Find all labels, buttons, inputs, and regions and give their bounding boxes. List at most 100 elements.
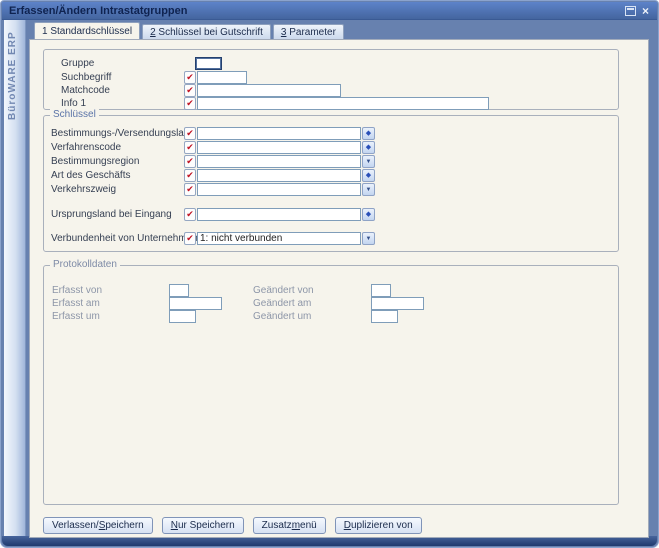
lookup-icon: ◆: [366, 130, 371, 137]
verlassen-speichern-button[interactable]: Verlassen/Speichern: [43, 517, 153, 534]
field-row-art-des-geschaefts: Art des Geschäfts ✔ ◆: [44, 169, 618, 182]
edit-check-button[interactable]: ✔: [184, 97, 196, 110]
lookup-button[interactable]: ◆: [362, 141, 375, 154]
matchcode-label: Matchcode: [61, 85, 110, 96]
art-des-geschaefts-label: Art des Geschäfts: [51, 170, 130, 181]
window-title: Erfassen/Ändern Intrastatgruppen: [2, 5, 187, 17]
erfasst-um-label: Erfasst um: [52, 311, 100, 322]
ursprungsland-input[interactable]: [197, 208, 361, 221]
check-icon: ✔: [186, 234, 194, 243]
title-bar: Erfassen/Ändern Intrastatgruppen ×: [2, 2, 657, 20]
edit-check-button[interactable]: ✔: [184, 183, 196, 196]
check-icon: ✔: [186, 86, 194, 95]
suchbegriff-input[interactable]: [197, 71, 247, 84]
schluessel-caption: Schlüssel: [50, 109, 99, 120]
check-icon: ✔: [186, 157, 194, 166]
edit-check-button[interactable]: ✔: [184, 208, 196, 221]
duplizieren-von-button[interactable]: Duplizieren von: [335, 517, 422, 534]
ursprungsland-label: Ursprungsland bei Eingang: [51, 209, 172, 220]
tab-parameter[interactable]: 3 Parameter: [273, 24, 344, 39]
window-controls: ×: [625, 6, 657, 16]
button-label: ur Speichern: [178, 520, 235, 531]
button-label: enü: [300, 520, 317, 531]
check-icon: ✔: [186, 129, 194, 138]
field-row-gruppe: Gruppe: [44, 57, 618, 70]
field-row-bestimmungsregion: Bestimmungsregion ✔ ▼: [44, 155, 618, 168]
edit-check-button[interactable]: ✔: [184, 155, 196, 168]
close-icon[interactable]: ×: [642, 6, 649, 16]
verfahrenscode-label: Verfahrenscode: [51, 142, 121, 153]
edit-check-button[interactable]: ✔: [184, 71, 196, 84]
verkehrszweig-input[interactable]: [197, 183, 361, 196]
brand-sidebar: BüroWARE ERP: [4, 20, 26, 537]
field-row-erfasst-am: Erfasst am Geändert am: [44, 297, 618, 310]
general-group-box: Gruppe Suchbegriff ✔ Matchcode ✔ Info 1 …: [43, 49, 619, 110]
protokolldaten-group-box: Protokolldaten Erfasst von Geändert von …: [43, 265, 619, 505]
check-icon: ✔: [186, 210, 194, 219]
geaendert-um-input[interactable]: [371, 310, 398, 323]
button-label-mnemonic: N: [171, 520, 178, 531]
dropdown-button[interactable]: ▼: [362, 183, 375, 196]
zusatzmenu-button[interactable]: Zusatzmenü: [253, 517, 326, 534]
geaendert-um-label: Geändert um: [253, 311, 311, 322]
bestimmungsregion-input[interactable]: [197, 155, 361, 168]
edit-check-button[interactable]: ✔: [184, 127, 196, 140]
gruppe-input[interactable]: [195, 57, 222, 70]
field-row-verkehrszweig: Verkehrszweig ✔ ▼: [44, 183, 618, 196]
dropdown-button[interactable]: ▼: [362, 155, 375, 168]
erfasst-am-input[interactable]: [169, 297, 222, 310]
verfahrenscode-input[interactable]: [197, 141, 361, 154]
erfasst-um-input[interactable]: [169, 310, 196, 323]
tab-strip: 1 Standardschlüssel 2 Schlüssel bei Guts…: [34, 22, 344, 39]
lookup-button[interactable]: ◆: [362, 169, 375, 182]
lookup-button[interactable]: ◆: [362, 127, 375, 140]
dialog-window: Erfassen/Ändern Intrastatgruppen × BüroW…: [0, 0, 659, 548]
field-row-suchbegriff: Suchbegriff ✔: [44, 71, 618, 84]
check-icon: ✔: [186, 171, 194, 180]
geaendert-am-input[interactable]: [371, 297, 424, 310]
edit-check-button[interactable]: ✔: [184, 84, 196, 97]
geaendert-von-label: Geändert von: [253, 285, 314, 296]
bestimmungsland-input[interactable]: [197, 127, 361, 140]
tab-schluessel-bei-gutschrift[interactable]: 2 Schlüssel bei Gutschrift: [142, 24, 271, 39]
button-label-mnemonic: D: [344, 520, 351, 531]
check-icon: ✔: [186, 73, 194, 82]
tab-label: 1 Standardschlüssel: [42, 26, 132, 37]
field-row-ursprungsland: Ursprungsland bei Eingang ✔ ◆: [44, 208, 618, 221]
field-row-erfasst-um: Erfasst um Geändert um: [44, 310, 618, 323]
edit-check-button[interactable]: ✔: [184, 232, 196, 245]
info1-input[interactable]: [197, 97, 489, 110]
lookup-button[interactable]: ◆: [362, 208, 375, 221]
chevron-down-icon: ▼: [366, 159, 372, 165]
bestimmungsland-label: Bestimmungs-/Versendungsland: [51, 128, 195, 139]
gruppe-label: Gruppe: [61, 58, 94, 69]
tab-label: Parameter: [286, 27, 335, 38]
chevron-down-icon: ▼: [366, 187, 372, 193]
erfasst-am-label: Erfasst am: [52, 298, 100, 309]
tab-label: Schlüssel bei Gutschrift: [156, 27, 263, 38]
edit-check-button[interactable]: ✔: [184, 141, 196, 154]
restore-icon[interactable]: [625, 6, 636, 16]
tab-standardschluessel[interactable]: 1 Standardschlüssel: [34, 22, 140, 39]
lookup-icon: ◆: [366, 211, 371, 218]
suchbegriff-label: Suchbegriff: [61, 72, 111, 83]
check-icon: ✔: [186, 185, 194, 194]
edit-check-button[interactable]: ✔: [184, 169, 196, 182]
field-row-info1: Info 1 ✔: [44, 97, 618, 110]
tab-page-standardschluessel: Gruppe Suchbegriff ✔ Matchcode ✔ Info 1 …: [29, 39, 649, 538]
button-label: peichern: [105, 520, 143, 531]
chevron-down-icon: ▼: [366, 236, 372, 242]
verbundenheit-select[interactable]: [197, 232, 361, 245]
lookup-icon: ◆: [366, 172, 371, 179]
erfasst-von-input[interactable]: [169, 284, 189, 297]
button-label: uplizieren von: [351, 520, 413, 531]
button-label: Zusatz: [262, 520, 292, 531]
matchcode-input[interactable]: [197, 84, 341, 97]
art-des-geschaefts-input[interactable]: [197, 169, 361, 182]
verbundenheit-label: Verbundenheit von Unternehmen: [51, 233, 198, 244]
dropdown-button[interactable]: ▼: [362, 232, 375, 245]
field-row-verfahrenscode: Verfahrenscode ✔ ◆: [44, 141, 618, 154]
geaendert-von-input[interactable]: [371, 284, 391, 297]
nur-speichern-button[interactable]: Nur Speichern: [162, 517, 244, 534]
lookup-icon: ◆: [366, 144, 371, 151]
